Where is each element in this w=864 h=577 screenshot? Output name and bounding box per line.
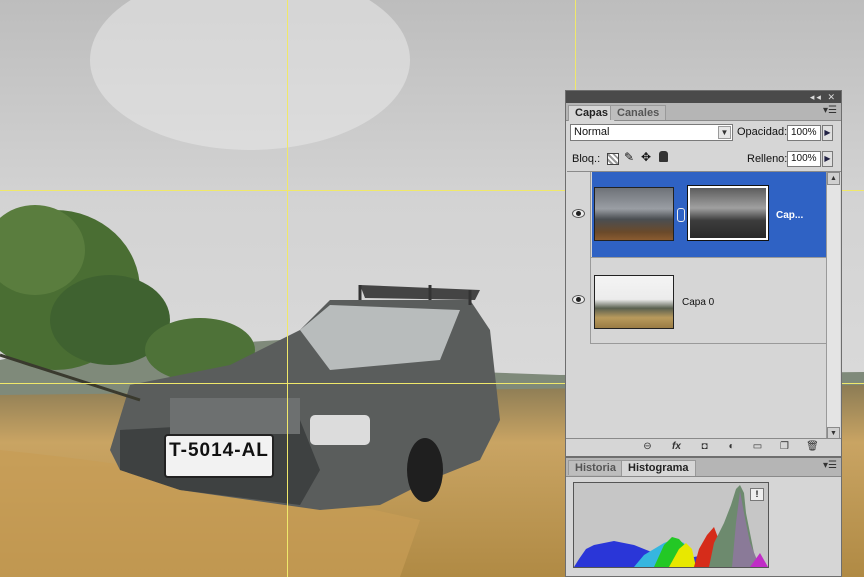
opacity-label: Opacidad: [737, 126, 788, 138]
lock-all-icon[interactable] [659, 151, 668, 162]
collapse-icon[interactable]: ◂◂ [810, 92, 823, 102]
layers-scrollbar[interactable]: ▲ ▼ [826, 172, 840, 440]
link-icon[interactable]: ⊖ [641, 441, 654, 453]
fill-value: 100% [791, 153, 817, 164]
histogram-panel: Historia Histograma ▾☰ ! [565, 457, 842, 577]
guide-line-vertical[interactable] [287, 0, 288, 577]
panel-titlebar[interactable]: ◂◂ ✕ [566, 91, 841, 103]
fill-arrow-icon[interactable]: ▶ [822, 151, 833, 167]
lock-label: Bloq.: [572, 153, 601, 165]
tab-capas[interactable]: Capas [568, 105, 616, 121]
eye-icon [572, 209, 585, 218]
opacity-arrow-icon[interactable]: ▶ [822, 125, 833, 141]
layer-name[interactable]: Capa 0 [682, 297, 714, 309]
tab-historia[interactable]: Historia [568, 460, 623, 475]
new-layer-icon[interactable]: ❐ [778, 441, 791, 453]
layers-tabbar: Capas Canales ▾☰ [566, 103, 841, 121]
layer-row[interactable]: Capa 0 [567, 258, 826, 344]
tab-canales[interactable]: Canales [610, 105, 667, 120]
layer-thumbnail[interactable] [594, 187, 674, 241]
histogram-graph [573, 482, 769, 568]
plate-text: T-5014-AL [169, 440, 269, 461]
fill-label: Relleno: [747, 153, 788, 165]
layers-list: Cap... Capa 0 ▲ ▼ [567, 171, 841, 440]
histogram-tabbar: Historia Histograma ▾☰ [566, 458, 841, 477]
panel-menu-icon[interactable]: ▾☰ [823, 105, 837, 116]
blend-mode-value: Normal [574, 126, 610, 138]
chevron-down-icon[interactable]: ▼ [718, 126, 731, 139]
fill-input[interactable]: 100% [787, 151, 821, 167]
layer-thumbnail[interactable] [594, 275, 674, 329]
warning-icon[interactable]: ! [750, 488, 764, 501]
histogram-plot [574, 485, 768, 567]
fx-icon[interactable]: fx [670, 441, 683, 453]
panel-menu-icon[interactable]: ▾☰ [823, 460, 837, 471]
group-folder-icon[interactable]: ▭ [751, 441, 764, 453]
lock-brush-icon[interactable]: ✎ [624, 150, 634, 164]
mask-icon[interactable]: ◘ [698, 441, 711, 453]
layer-row-selected[interactable]: Cap... [567, 172, 826, 258]
visibility-toggle[interactable] [567, 258, 591, 344]
lock-move-icon[interactable]: ✥ [641, 150, 651, 164]
lock-transparency-icon[interactable] [607, 153, 619, 165]
trash-icon[interactable]: 🗑 [806, 441, 819, 453]
layers-panel: ◂◂ ✕ Capas Canales ▾☰ Normal ▼ Opacidad:… [565, 90, 842, 457]
visibility-toggle[interactable] [567, 172, 591, 258]
opacity-input[interactable]: 100% [787, 125, 821, 141]
chain-link-icon[interactable] [677, 208, 685, 222]
adjustment-icon[interactable]: ◐ [725, 441, 738, 453]
opacity-value: 100% [791, 127, 817, 138]
close-icon[interactable]: ✕ [827, 92, 837, 102]
layer-mask-thumbnail[interactable] [687, 185, 769, 241]
scroll-up-icon[interactable]: ▲ [827, 172, 840, 185]
tab-histograma[interactable]: Histograma [621, 460, 696, 476]
eye-icon [572, 295, 585, 304]
warning-glyph: ! [755, 489, 759, 499]
layers-bottom-toolbar: ⊖ fx ◘ ◐ ▭ ❐ 🗑 [566, 438, 841, 455]
layer-name[interactable]: Cap... [776, 210, 803, 222]
blend-mode-select[interactable]: Normal ▼ [570, 124, 733, 141]
